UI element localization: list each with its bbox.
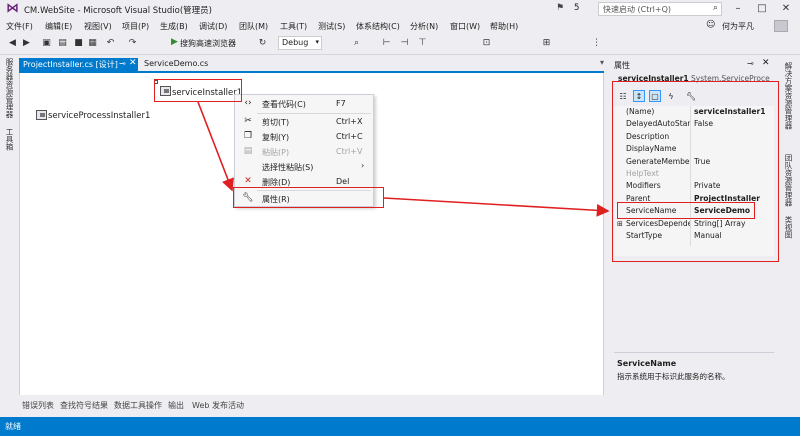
callout-arrows [197, 101, 610, 217]
arrow-to-servicename [383, 197, 610, 217]
arrow-to-properties-item [197, 101, 234, 192]
